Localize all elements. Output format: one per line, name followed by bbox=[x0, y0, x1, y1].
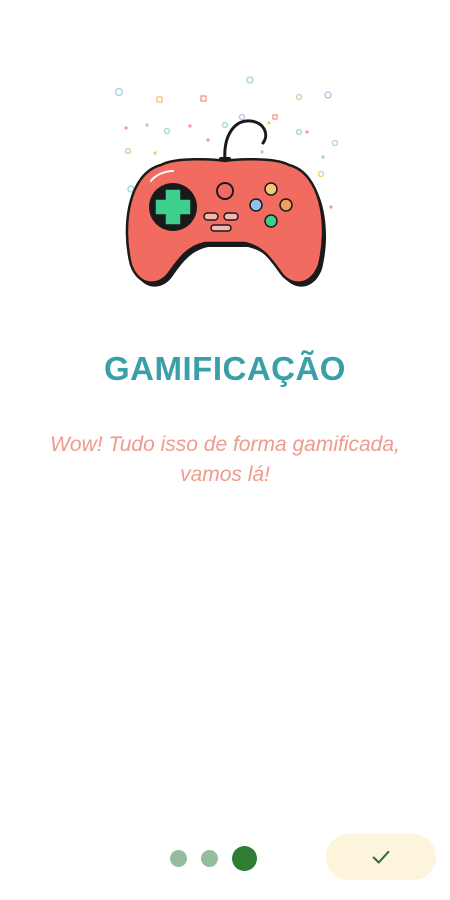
page-indicator bbox=[170, 844, 257, 872]
onboarding-title: GAMIFICAÇÃO bbox=[104, 350, 346, 387]
gamepad-icon bbox=[114, 76, 339, 287]
page-dot-2[interactable] bbox=[201, 849, 218, 867]
page-dot-3-active[interactable] bbox=[232, 845, 257, 871]
done-button[interactable] bbox=[326, 834, 436, 880]
check-icon bbox=[372, 850, 390, 864]
onboarding-description: Wow! Tudo isso de forma gamificada, vamo… bbox=[50, 433, 400, 486]
page-dot-1[interactable] bbox=[170, 849, 187, 867]
onboarding-screen: GAMIFICAÇÃO Wow! Tudo isso de forma gami… bbox=[0, 0, 450, 900]
